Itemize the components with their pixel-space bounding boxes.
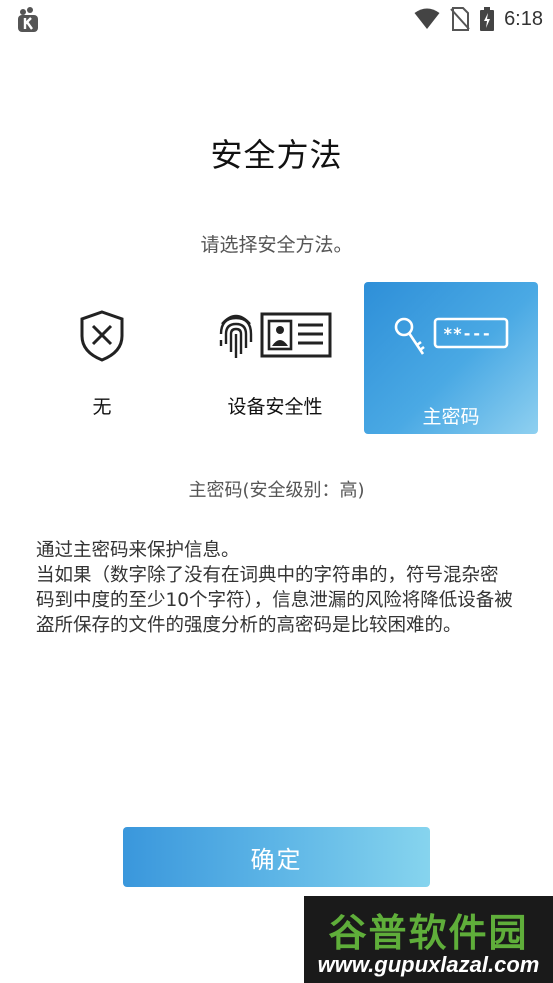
watermark-title: 谷普软件园: [328, 911, 529, 955]
watermark-url: www.gupuxlazal.com: [317, 952, 540, 977]
wifi-icon: [414, 8, 440, 29]
page-subtitle: 请选择安全方法。: [200, 234, 353, 256]
app-notification-icon: [18, 7, 38, 32]
page-title: 安全方法: [210, 136, 343, 174]
option-device-security-label: 设备安全性: [227, 396, 323, 418]
description: 通过主密码来保护信息。 当如果（数字除了没有在词典中的字符串的，符号混杂密码到中…: [36, 538, 516, 638]
description-line: 当如果（数字除了没有在词典中的字符串的，符号混杂密码到中度的至少10个字符），信…: [36, 565, 513, 636]
status-time: 6:18: [504, 7, 543, 30]
battery-charging-icon: [480, 7, 495, 31]
option-master-password-label: 主密码: [422, 406, 480, 428]
id-card-icon: [260, 312, 332, 358]
security-level: 主密码(安全级别：高): [188, 480, 365, 501]
status-bar: 6:18: [0, 0, 553, 38]
shield-x-icon: [80, 310, 124, 362]
no-sim-icon: [450, 7, 470, 31]
watermark: 谷普软件园 www.gupuxlazal.com: [304, 896, 553, 983]
svg-text:**---: **---: [443, 324, 491, 343]
option-none-label: 无: [92, 396, 112, 418]
fingerprint-icon: [219, 314, 253, 358]
option-master-password[interactable]: **--- 主密码: [364, 282, 538, 434]
password-field-icon: **---: [433, 317, 509, 349]
confirm-button[interactable]: 确定: [123, 827, 430, 887]
description-line: 通过主密码来保护信息。: [36, 540, 240, 561]
option-device-security[interactable]: 设备安全性: [192, 282, 358, 434]
key-icon: [394, 317, 425, 355]
option-none[interactable]: 无: [20, 282, 184, 434]
